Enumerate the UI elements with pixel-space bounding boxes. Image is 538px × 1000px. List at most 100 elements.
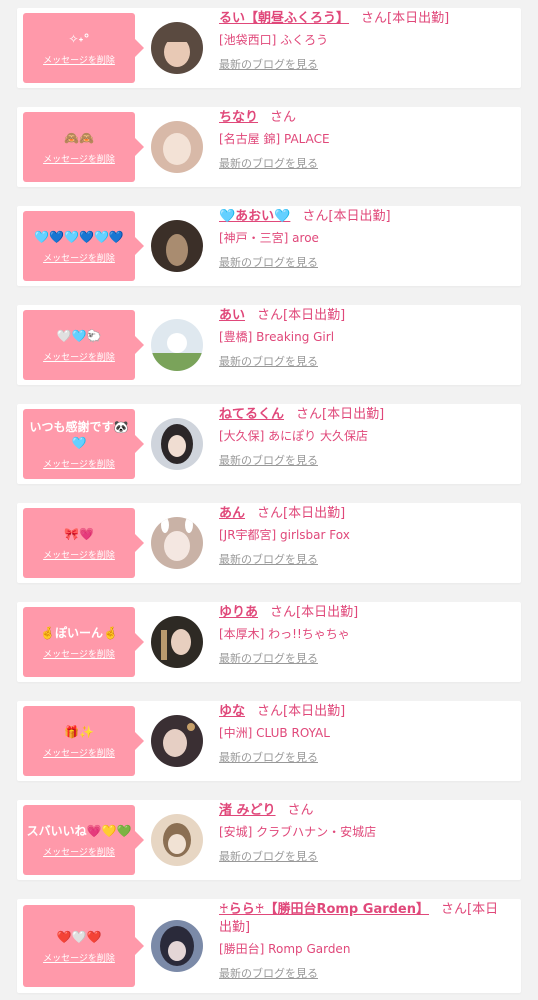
avatar[interactable]	[151, 616, 203, 668]
message-bubble: 🙈🙈 メッセージを削除	[23, 112, 144, 182]
avatar[interactable]	[151, 715, 203, 767]
avatar[interactable]	[151, 814, 203, 866]
shop-name: [勝田台] Romp Garden	[219, 942, 351, 956]
delete-message-link[interactable]: メッセージを削除	[43, 350, 115, 363]
list-item: スバいいね💗💛💚 メッセージを削除 渚 みどり さん [安城] クラブハナン・安城…	[17, 800, 521, 880]
delete-message-link[interactable]: メッセージを削除	[43, 457, 115, 470]
shop-name: [JR宇都宮] girlsbar Fox	[219, 528, 350, 542]
on-duty-tag: [本日出勤]	[387, 11, 450, 26]
on-duty-tag: [本日出勤]	[322, 407, 385, 422]
delete-message-link[interactable]: メッセージを削除	[43, 53, 115, 66]
cast-name-link[interactable]: ♰らら♰【勝田台Romp Garden】	[219, 902, 429, 917]
message-text: 🤞ぽいーん🤞	[40, 625, 118, 640]
delete-message-link[interactable]: メッセージを削除	[43, 951, 115, 964]
name-line: 🩵あおい🩵 さん[本日出勤]	[219, 208, 509, 226]
delete-message-link[interactable]: メッセージを削除	[43, 251, 115, 264]
avatar-image	[151, 121, 203, 173]
message-bubble: 🩵💙🩵💙🩵💙 メッセージを削除	[23, 211, 144, 281]
latest-blog-link[interactable]: 最新のブログを見る	[219, 967, 509, 981]
shop-name: [豊橋] Breaking Girl	[219, 330, 335, 344]
avatar-image	[151, 418, 203, 470]
name-line: るい【朝昼ふくろう】 さん[本日出勤]	[219, 10, 509, 28]
message-text: 🩵💙🩵💙🩵💙	[34, 229, 124, 244]
avatar[interactable]	[151, 418, 203, 470]
honorific: さん	[302, 209, 329, 224]
avatar-image	[151, 517, 203, 569]
cast-name-link[interactable]: ねてるくん	[219, 407, 284, 422]
list-item: 🩵💙🩵💙🩵💙 メッセージを削除 🩵あおい🩵 さん[本日出勤] [神戸・三宮] ar…	[17, 206, 521, 286]
honorific: さん	[257, 308, 284, 323]
cast-name-link[interactable]: ゆな	[219, 704, 245, 719]
latest-blog-link[interactable]: 最新のブログを見る	[219, 454, 509, 468]
message-bubble: 🤍🩵🐑 メッセージを削除	[23, 310, 144, 380]
delete-message-link[interactable]: メッセージを削除	[43, 845, 115, 858]
message-bubble: 🎀💗 メッセージを削除	[23, 508, 144, 578]
latest-blog-link[interactable]: 最新のブログを見る	[219, 157, 509, 171]
latest-blog-link[interactable]: 最新のブログを見る	[219, 58, 509, 72]
shop-name: [池袋西口] ふくろう	[219, 33, 329, 47]
message-bubble: ✧˖° メッセージを削除	[23, 13, 144, 83]
honorific: さん	[296, 407, 323, 422]
delete-message-link[interactable]: メッセージを削除	[43, 548, 115, 561]
delete-message-link[interactable]: メッセージを削除	[43, 746, 115, 759]
message-text: 🎁✨	[64, 724, 94, 739]
cast-name-link[interactable]: ゆりあ	[219, 605, 258, 620]
list-item: 🙈🙈 メッセージを削除 ちなり さん [名古屋 錦] PALACE 最新のブログを…	[17, 107, 521, 187]
cast-name-link[interactable]: あん	[219, 506, 245, 521]
name-line: あい さん[本日出勤]	[219, 307, 509, 325]
list-item: 🤍🩵🐑 メッセージを削除 あい さん[本日出勤] [豊橋] Breaking Gi…	[17, 305, 521, 385]
list-item: 🎁✨ メッセージを削除 ゆな さん[本日出勤] [中洲] CLUB ROYAL 最…	[17, 701, 521, 781]
avatar-image	[151, 220, 203, 272]
cast-name-link[interactable]: ちなり	[219, 110, 258, 125]
on-duty-tag: [本日出勤]	[296, 605, 359, 620]
name-line: ゆりあ さん[本日出勤]	[219, 604, 509, 622]
list-item: ❤️🤍❤️ メッセージを削除 ♰らら♰【勝田台Romp Garden】 さん[本日…	[17, 899, 521, 993]
latest-blog-link[interactable]: 最新のブログを見る	[219, 850, 509, 864]
name-line: 渚 みどり さん	[219, 802, 509, 820]
honorific: さん	[257, 704, 284, 719]
cast-name-link[interactable]: あい	[219, 308, 245, 323]
avatar[interactable]	[151, 22, 203, 74]
message-text: 🎀💗	[64, 526, 94, 541]
latest-blog-link[interactable]: 最新のブログを見る	[219, 355, 509, 369]
delete-message-link[interactable]: メッセージを削除	[43, 152, 115, 165]
name-line: ねてるくん さん[本日出勤]	[219, 406, 509, 424]
name-line: ゆな さん[本日出勤]	[219, 703, 509, 721]
message-text: いつも感謝です🐼🩵	[29, 419, 129, 450]
message-text: ❤️🤍❤️	[56, 929, 102, 944]
name-line: ♰らら♰【勝田台Romp Garden】 さん[本日出勤]	[219, 901, 509, 937]
list-item: ✧˖° メッセージを削除 るい【朝昼ふくろう】 さん[本日出勤] [池袋西口] ふ…	[17, 8, 521, 88]
latest-blog-link[interactable]: 最新のブログを見る	[219, 256, 509, 270]
latest-blog-link[interactable]: 最新のブログを見る	[219, 751, 509, 765]
avatar-image	[151, 814, 203, 866]
avatar[interactable]	[151, 517, 203, 569]
on-duty-tag: [本日出勤]	[283, 308, 346, 323]
avatar[interactable]	[151, 319, 203, 371]
avatar-image	[151, 22, 203, 74]
avatar[interactable]	[151, 121, 203, 173]
avatar[interactable]	[151, 220, 203, 272]
name-line: あん さん[本日出勤]	[219, 505, 509, 523]
avatar-image	[151, 616, 203, 668]
message-bubble: 🤞ぽいーん🤞 メッセージを削除	[23, 607, 144, 677]
message-text: 🙈🙈	[64, 130, 94, 145]
message-bubble: 🎁✨ メッセージを削除	[23, 706, 144, 776]
on-duty-tag: [本日出勤]	[283, 704, 346, 719]
cast-name-link[interactable]: るい【朝昼ふくろう】	[219, 11, 349, 26]
message-text: スバいいね💗💛💚	[26, 823, 132, 838]
message-bubble: ❤️🤍❤️ メッセージを削除	[23, 905, 144, 987]
delete-message-link[interactable]: メッセージを削除	[43, 647, 115, 660]
latest-blog-link[interactable]: 最新のブログを見る	[219, 652, 509, 666]
cast-name-link[interactable]: 渚 みどり	[219, 803, 276, 818]
shop-name: [本厚木] わっ!!ちゃちゃ	[219, 627, 350, 641]
latest-blog-link[interactable]: 最新のブログを見る	[219, 553, 509, 567]
list-item: 🤞ぽいーん🤞 メッセージを削除 ゆりあ さん[本日出勤] [本厚木] わっ!!ちゃ…	[17, 602, 521, 682]
honorific: さん	[270, 605, 297, 620]
shop-name: [名古屋 錦] PALACE	[219, 132, 330, 146]
list-item: いつも感謝です🐼🩵 メッセージを削除 ねてるくん さん[本日出勤] [大久保] あ…	[17, 404, 521, 484]
avatar-image	[151, 319, 203, 371]
avatar-image	[151, 715, 203, 767]
message-bubble: スバいいね💗💛💚 メッセージを削除	[23, 805, 144, 875]
cast-name-link[interactable]: 🩵あおい🩵	[219, 209, 290, 224]
avatar[interactable]	[151, 920, 203, 972]
